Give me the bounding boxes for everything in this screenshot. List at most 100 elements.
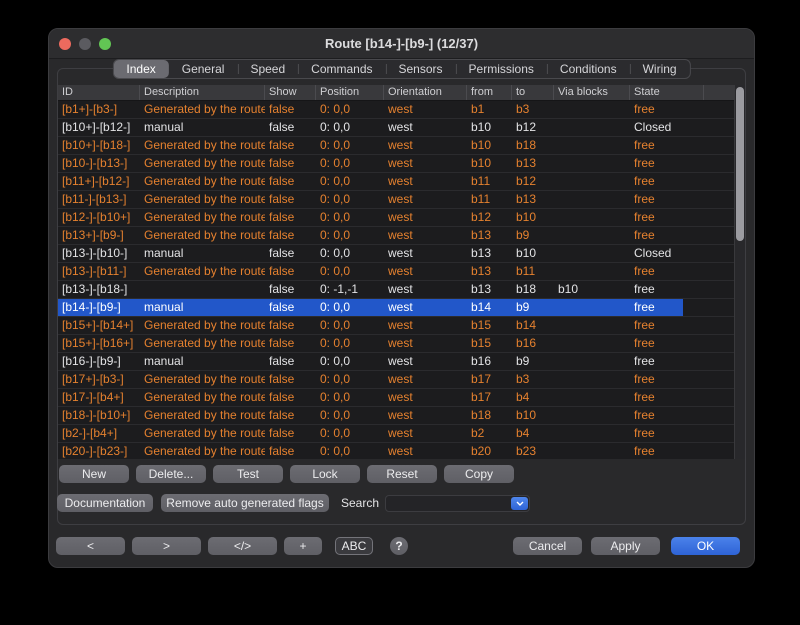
search-label: Search (341, 496, 379, 510)
cell-position: 0: 0,0 (316, 263, 384, 280)
table-row[interactable]: [b12-]-[b10+] Generated by the router fa… (58, 209, 734, 227)
table-row[interactable]: [b10+]-[b18-] Generated by the router fa… (58, 137, 734, 155)
abc-button[interactable]: ABC (335, 537, 373, 555)
table-row[interactable]: [b13-]-[b11-] Generated by the router fa… (58, 263, 734, 281)
index-page-panel: ID Description Show Position Orientation… (57, 68, 746, 525)
cell-description: Generated by the router (140, 101, 265, 118)
apply-button[interactable]: Apply (591, 537, 660, 555)
header-cell-from[interactable]: from (467, 85, 512, 100)
next-route-button[interactable]: > (132, 537, 201, 555)
cell-state: free (630, 407, 683, 424)
cell-to: b23 (512, 443, 554, 459)
cell-via (554, 137, 630, 154)
xml-code-button[interactable]: </> (208, 537, 277, 555)
cell-show: false (265, 245, 316, 262)
add-button[interactable]: + (284, 537, 322, 555)
remove-auto-flags-button[interactable]: Remove auto generated flags (161, 494, 329, 512)
search-combobox[interactable] (385, 495, 530, 512)
cell-description: Generated by the router (140, 191, 265, 208)
table-row[interactable]: [b13-]-[b10-] manual false 0: 0,0 west b… (58, 245, 734, 263)
header-cell-orientation[interactable]: Orientation (384, 85, 467, 100)
cell-id: [b12-]-[b10+] (58, 209, 140, 226)
table-row[interactable]: [b17-]-[b4+] Generated by the router fal… (58, 389, 734, 407)
header-cell-show[interactable]: Show (265, 85, 316, 100)
cell-to: b3 (512, 101, 554, 118)
previous-route-button[interactable]: < (56, 537, 125, 555)
tab-commands[interactable]: Commands (298, 60, 385, 78)
cell-state: free (630, 299, 683, 316)
table-row[interactable]: [b1+]-[b3-] Generated by the router fals… (58, 101, 734, 119)
scrollbar-thumb[interactable] (736, 87, 744, 241)
combo-dropdown-button[interactable] (511, 497, 528, 510)
ok-button[interactable]: OK (671, 537, 740, 555)
table-row[interactable]: [b15+]-[b16+] Generated by the router fa… (58, 335, 734, 353)
documentation-button[interactable]: Documentation (57, 494, 153, 512)
table-row[interactable]: [b16-]-[b9-] manual false 0: 0,0 west b1… (58, 353, 734, 371)
chevron-down-icon (516, 501, 524, 506)
traffic-lights (59, 38, 111, 50)
header-cell-description[interactable]: Description (140, 85, 265, 100)
tab-sensors[interactable]: Sensors (386, 60, 456, 78)
table-row[interactable]: [b14-]-[b9-] manual false 0: 0,0 west b1… (58, 299, 734, 317)
help-button[interactable]: ? (390, 537, 408, 555)
header-cell-to[interactable]: to (512, 85, 554, 100)
header-cell-position[interactable]: Position (316, 85, 384, 100)
table-row[interactable]: [b20-]-[b23-] Generated by the router fa… (58, 443, 734, 459)
table-row[interactable]: [b2-]-[b4+] Generated by the router fals… (58, 425, 734, 443)
new-button[interactable]: New (59, 465, 129, 483)
cell-show: false (265, 299, 316, 316)
table-row[interactable]: [b10-]-[b13-] Generated by the router fa… (58, 155, 734, 173)
cell-from: b11 (467, 173, 512, 190)
cell-show: false (265, 371, 316, 388)
table-row[interactable]: [b11-]-[b13-] Generated by the router fa… (58, 191, 734, 209)
tab-general[interactable]: General (169, 60, 238, 78)
cell-id: [b10+]-[b12-] (58, 119, 140, 136)
table-row[interactable]: [b13-]-[b18-] false 0: -1,-1 west b13 b1… (58, 281, 734, 299)
cell-id: [b10-]-[b13-] (58, 155, 140, 172)
cell-orientation: west (384, 353, 467, 370)
dialog-button-row: < > </> + ABC ? Cancel Apply OK (49, 537, 754, 555)
vertical-scrollbar[interactable] (734, 85, 745, 459)
copy-button[interactable]: Copy (444, 465, 514, 483)
cell-position: 0: 0,0 (316, 353, 384, 370)
minimize-window-button[interactable] (79, 38, 91, 50)
table-row[interactable]: [b13+]-[b9-] Generated by the router fal… (58, 227, 734, 245)
table-row[interactable]: [b10+]-[b12-] manual false 0: 0,0 west b… (58, 119, 734, 137)
cancel-button[interactable]: Cancel (513, 537, 582, 555)
lock-button[interactable]: Lock (290, 465, 360, 483)
table-row[interactable]: [b17+]-[b3-] Generated by the router fal… (58, 371, 734, 389)
cell-show: false (265, 407, 316, 424)
cell-show: false (265, 191, 316, 208)
reset-button[interactable]: Reset (367, 465, 437, 483)
close-window-button[interactable] (59, 38, 71, 50)
tab-permissions[interactable]: Permissions (456, 60, 547, 78)
header-cell-id[interactable]: ID (58, 85, 140, 100)
cell-from: b12 (467, 209, 512, 226)
cell-to: b18 (512, 281, 554, 298)
tab-speed[interactable]: Speed (237, 60, 298, 78)
table-row[interactable]: [b15+]-[b14+] Generated by the router fa… (58, 317, 734, 335)
cell-to: b9 (512, 227, 554, 244)
routes-table: ID Description Show Position Orientation… (58, 85, 745, 459)
cell-orientation: west (384, 389, 467, 406)
tab-index[interactable]: Index (113, 60, 168, 78)
cell-description: Generated by the router (140, 407, 265, 424)
test-button[interactable]: Test (213, 465, 283, 483)
table-row[interactable]: [b11+]-[b12-] Generated by the router fa… (58, 173, 734, 191)
header-cell-state[interactable]: State (630, 85, 704, 100)
cell-to: b12 (512, 119, 554, 136)
delete-button[interactable]: Delete... (136, 465, 206, 483)
tab-wiring[interactable]: Wiring (630, 60, 690, 78)
table-row[interactable]: [b18-]-[b10+] Generated by the router fa… (58, 407, 734, 425)
tab-conditions[interactable]: Conditions (547, 60, 630, 78)
cell-description: Generated by the router (140, 317, 265, 334)
cell-from: b10 (467, 137, 512, 154)
cell-description: manual (140, 353, 265, 370)
cell-state: free (630, 101, 683, 118)
cell-position: 0: 0,0 (316, 407, 384, 424)
cell-via (554, 317, 630, 334)
zoom-window-button[interactable] (99, 38, 111, 50)
header-cell-via-blocks[interactable]: Via blocks (554, 85, 630, 100)
cell-via (554, 101, 630, 118)
cell-state: free (630, 155, 683, 172)
